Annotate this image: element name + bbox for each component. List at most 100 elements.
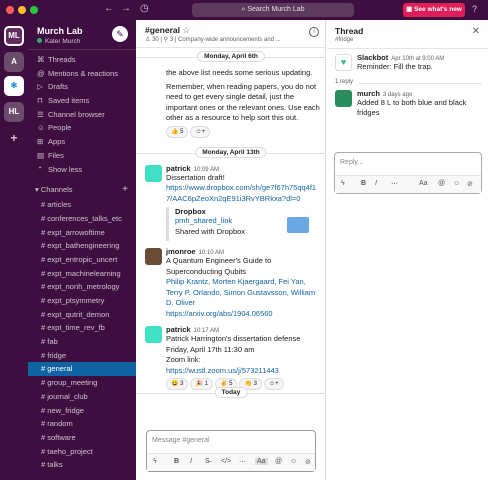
help-icon[interactable]: ?: [472, 4, 477, 14]
sidebar-channel-expt_qutrit_demon[interactable]: # expt_qutrit_demon: [28, 308, 136, 322]
workspace-hl[interactable]: HL: [4, 102, 24, 122]
message-text: Dissertation draft!: [166, 172, 225, 182]
workspace-header[interactable]: Murch Lab Kater Murch ✎: [28, 20, 136, 50]
sidebar-channel-expt_arrowoftime[interactable]: # expt_arrowoftime: [28, 226, 136, 240]
pin-count[interactable]: 3: [170, 37, 173, 43]
mention-icon[interactable]: @: [275, 458, 282, 465]
sidebar-channel-expt_machinelearning[interactable]: # expt_machinelearning: [28, 267, 136, 281]
sidebar-channel-expt_nonh_metrology[interactable]: # expt_nonh_metrology: [28, 280, 136, 294]
sidebar-item-drafts[interactable]: ▷ Drafts: [28, 80, 136, 94]
date-divider-label[interactable]: Monday, April 6th: [197, 51, 265, 62]
sidebar-channel-fridge[interactable]: # fridge: [28, 349, 136, 363]
text-format-icon[interactable]: Aa: [255, 458, 268, 465]
reply-input[interactable]: Reply...: [340, 159, 363, 166]
back-arrow-icon[interactable]: ←: [104, 3, 114, 14]
channel-topic[interactable]: Company-wide announcements and ...: [178, 37, 281, 43]
message-author[interactable]: Slackbot: [357, 53, 388, 62]
message-author[interactable]: murch: [357, 89, 380, 98]
sidebar-item-saved[interactable]: ⊓ Saved items: [28, 94, 136, 108]
sidebar-channel-new_fridge[interactable]: # new_fridge: [28, 404, 136, 418]
sidebar-item-apps[interactable]: ⊞ Apps: [28, 135, 136, 149]
slackbot-avatar[interactable]: ♥: [335, 54, 352, 71]
message-author[interactable]: patrick: [166, 325, 191, 334]
sidebar-channel-articles[interactable]: # articles: [28, 198, 136, 212]
member-count[interactable]: 30: [152, 37, 159, 43]
sidebar-item-channel-browser[interactable]: ☰ Channel browser: [28, 108, 136, 122]
add-channel-icon[interactable]: +: [122, 182, 128, 198]
channel-label: expt_ptsymmetry: [47, 296, 105, 305]
channels-section-header[interactable]: ▾ Channels +: [28, 182, 136, 198]
star-icon[interactable]: ☆: [182, 25, 190, 35]
close-icon[interactable]: ✕: [472, 26, 480, 37]
info-icon[interactable]: i: [309, 27, 319, 37]
sidebar-channel-expt_time_rev_fb[interactable]: # expt_time_rev_fb: [28, 321, 136, 335]
more-icon[interactable]: ⋯: [391, 180, 398, 188]
strikethrough-icon[interactable]: S̶: [205, 458, 210, 465]
sidebar-channel-random[interactable]: # random: [28, 417, 136, 431]
sidebar-channel-journal_club[interactable]: # journal_club: [28, 390, 136, 404]
message-author[interactable]: patrick: [166, 164, 191, 173]
forward-arrow-icon[interactable]: →: [121, 3, 131, 14]
sidebar-item-people[interactable]: ☺ People: [28, 121, 136, 135]
add-reaction-icon[interactable]: ☺+: [190, 125, 211, 138]
message-time[interactable]: 10:09 AM: [194, 167, 219, 173]
sidebar-channel-expt_bathengineering[interactable]: # expt_bathengineering: [28, 239, 136, 253]
sidebar-channel-group_meeting[interactable]: # group_meeting: [28, 376, 136, 390]
thread-channel[interactable]: #fridge: [335, 37, 353, 43]
message-composer[interactable]: Message #general ϟ B I S̶ </> ⋯ Aa @ ☺ ⊘: [146, 430, 316, 472]
sidebar-channel-taeho_project[interactable]: # taeho_project: [28, 445, 136, 459]
date-divider-label[interactable]: Monday, April 13th: [195, 146, 267, 158]
italic-icon[interactable]: I: [375, 180, 377, 187]
sidebar-channel-expt_entropic_uncert[interactable]: # expt_entropic_uncert: [28, 253, 136, 267]
sidebar-item-threads[interactable]: ⌘ Threads: [28, 53, 136, 67]
compose-icon[interactable]: ✎: [112, 26, 128, 42]
avatar[interactable]: [145, 248, 162, 265]
workspace-murch-lab[interactable]: ML: [4, 26, 24, 46]
message-link[interactable]: https://wustl.zoom.us/j/573211443: [166, 366, 320, 377]
minimize-window-button[interactable]: [18, 6, 26, 14]
more-icon[interactable]: ⋯: [239, 458, 246, 466]
sidebar-item-files[interactable]: ▤ Files: [28, 149, 136, 163]
sidebar-channel-software[interactable]: # software: [28, 431, 136, 445]
workspace-icon-app[interactable]: ✻: [4, 76, 24, 96]
history-icon[interactable]: ◷: [140, 3, 149, 14]
whats-new-button[interactable]: ▣ See what's new: [403, 3, 465, 17]
avatar[interactable]: [145, 164, 162, 182]
lightning-icon[interactable]: ϟ: [341, 180, 345, 187]
channel-name[interactable]: #general ☆: [145, 25, 190, 36]
reaction-thumbs-up[interactable]: 👍 5: [166, 125, 189, 138]
emoji-icon[interactable]: ☺: [453, 180, 460, 187]
sidebar-channel-general[interactable]: # general: [28, 362, 136, 377]
workspace-a[interactable]: A: [4, 52, 24, 72]
attach-icon[interactable]: ⊘: [467, 180, 473, 188]
maximize-window-button[interactable]: [30, 6, 38, 14]
message-author[interactable]: jmonroe: [166, 247, 196, 256]
italic-icon[interactable]: I: [190, 458, 192, 465]
date-divider-label[interactable]: Today: [214, 387, 248, 398]
message-link[interactable]: https://arxiv.org/abs/1904.06560: [166, 309, 320, 320]
text-format-icon[interactable]: Aa: [419, 180, 428, 187]
lightning-icon[interactable]: ϟ: [153, 458, 157, 465]
bold-icon[interactable]: B: [361, 180, 366, 187]
avatar[interactable]: [335, 89, 352, 107]
sidebar-channel-talks[interactable]: # talks: [28, 458, 136, 472]
sidebar-channel-conferences_talks_etc[interactable]: # conferences_talks_etc: [28, 212, 136, 226]
search-bar[interactable]: ⌕ Search Murch Lab: [192, 3, 354, 17]
sidebar-item-mentions[interactable]: @ Mentions & reactions: [28, 67, 136, 81]
add-workspace-icon[interactable]: +: [4, 128, 24, 148]
message-link[interactable]: Philip Krantz, Morten Kjaergaard, Fei Ya…: [166, 277, 320, 309]
sidebar-item-show-less[interactable]: ⌃ Show less: [28, 163, 136, 177]
code-icon[interactable]: </>: [221, 458, 231, 465]
thread-reply-composer[interactable]: Reply... ϟ B I ⋯ Aa @ ☺ ⊘: [334, 152, 482, 194]
message-input[interactable]: Message #general: [152, 437, 210, 444]
message-link[interactable]: https://www.dropbox.com/sh/ge7f67h75qq4f…: [166, 183, 320, 204]
emoji-icon[interactable]: ☺: [290, 458, 297, 465]
sidebar-channel-fab[interactable]: # fab: [28, 335, 136, 349]
message-time[interactable]: 3 days ago: [383, 92, 412, 98]
attach-icon[interactable]: ⊘: [305, 458, 311, 466]
avatar[interactable]: [145, 326, 162, 343]
close-window-button[interactable]: [6, 6, 14, 14]
mention-icon[interactable]: @: [438, 180, 445, 187]
bold-icon[interactable]: B: [174, 458, 179, 465]
sidebar-channel-expt_ptsymmetry[interactable]: # expt_ptsymmetry: [28, 294, 136, 308]
